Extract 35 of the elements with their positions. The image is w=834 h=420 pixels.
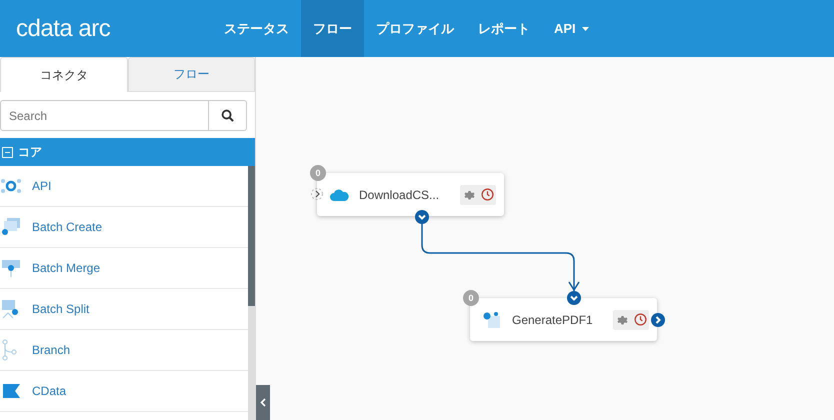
category-label: コア — [18, 144, 42, 160]
nav-tab[interactable]: レポート — [466, 0, 542, 57]
count-badge: 0 — [310, 165, 326, 181]
cloud-icon — [329, 188, 349, 202]
input-port-icon[interactable] — [311, 187, 323, 201]
nav-tab[interactable]: フロー — [301, 0, 364, 57]
connector-item[interactable]: CData — [0, 371, 248, 412]
connector-icon — [0, 216, 22, 238]
nav-tab[interactable]: API — [542, 0, 601, 57]
output-port-icon[interactable] — [415, 210, 429, 224]
count-badge: 0 — [463, 290, 479, 306]
settings-icon — [616, 314, 628, 326]
clock-icon — [634, 313, 646, 326]
logo: cdata arc — [15, 14, 112, 44]
search-field[interactable]: Search — [0, 100, 209, 131]
sidebar-tab[interactable]: コネクタ — [0, 57, 128, 92]
connector-icon — [0, 257, 22, 279]
search-icon — [221, 109, 234, 122]
connector-item[interactable]: Batch Merge — [0, 248, 248, 289]
connector-item[interactable]: Batch Create — [0, 207, 248, 248]
settings-icon — [463, 188, 475, 200]
nav-tab[interactable]: ステータス — [212, 0, 301, 57]
connector-item[interactable]: API — [0, 166, 248, 207]
connector-item[interactable]: Batch Split — [0, 289, 248, 330]
input-port-icon[interactable] — [567, 291, 581, 305]
nav-tab[interactable]: プロファイル — [364, 0, 466, 57]
search-button[interactable] — [209, 100, 247, 131]
sidebar-tab[interactable]: フロー — [128, 57, 255, 92]
collapse-button[interactable] — [256, 385, 270, 420]
scrollbar[interactable] — [248, 166, 255, 420]
chevron-left-icon — [260, 398, 266, 407]
category-header[interactable]: コア — [0, 138, 255, 166]
output-port-icon[interactable] — [651, 313, 665, 327]
document-gear-icon — [482, 310, 502, 328]
clock-icon — [480, 188, 494, 201]
